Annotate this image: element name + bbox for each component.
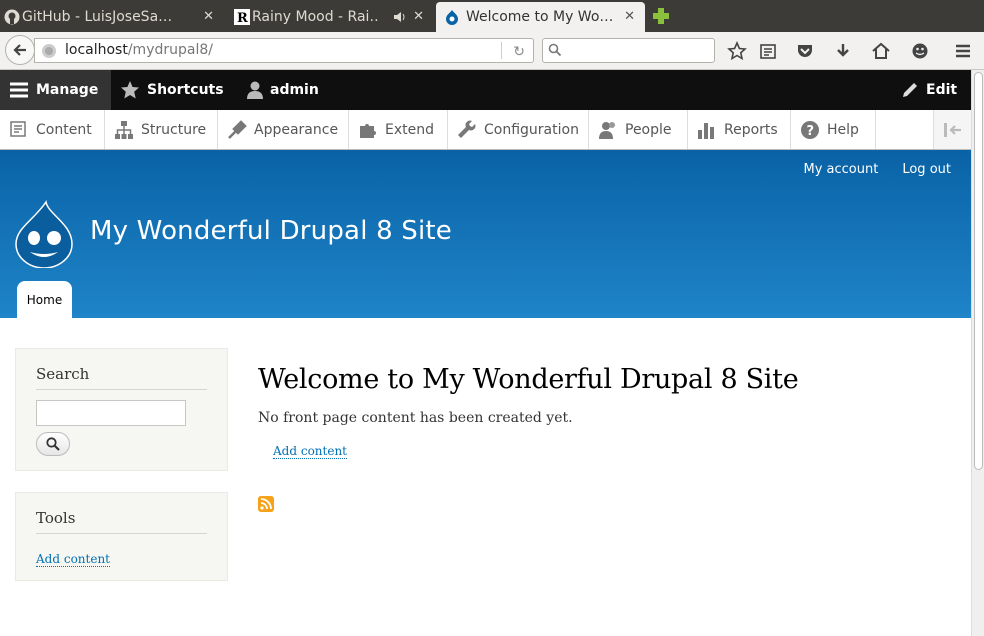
appearance-icon — [228, 120, 247, 139]
secondary-menu: My account Log out — [804, 162, 952, 177]
tab-title: Rainy Mood - Rai… — [252, 9, 380, 25]
toolbar-manage-label: Manage — [36, 82, 99, 98]
drupal-icon — [446, 10, 458, 25]
close-icon[interactable]: ✕ — [413, 9, 424, 24]
admin-tray: Content Structure Appearance Extend Conf… — [0, 110, 971, 150]
toolbar-user[interactable]: admin — [236, 70, 326, 110]
new-tab-icon[interactable] — [652, 7, 670, 25]
scrollbar-thumb[interactable] — [974, 72, 983, 470]
tray-item-label: Appearance — [254, 121, 339, 138]
browser-tab-welcome[interactable]: Welcome to My Wo… ✕ — [436, 2, 645, 32]
tray-item-label: People — [625, 121, 672, 138]
browser-tab-github[interactable]: GitHub - LuisJoseSa… ✕ — [0, 2, 224, 32]
github-icon — [4, 9, 20, 25]
search-input[interactable] — [36, 400, 186, 426]
reload-icon[interactable]: ↻ — [513, 41, 525, 64]
back-button[interactable] — [5, 35, 35, 65]
reading-list-icon[interactable] — [758, 41, 778, 61]
star-icon — [121, 81, 139, 99]
tray-item-label: Content — [36, 121, 92, 138]
tray-item-extend[interactable]: Extend — [349, 110, 448, 149]
site-header: My account Log out My Wonderful Drupal 8… — [0, 150, 971, 318]
wrench-icon — [458, 120, 476, 138]
search-icon — [548, 43, 562, 57]
tab-home[interactable]: Home — [17, 281, 72, 318]
bookmark-star-icon[interactable] — [727, 41, 747, 61]
content-icon — [10, 121, 26, 137]
tray-item-reports[interactable]: Reports — [688, 110, 791, 149]
tray-orientation-toggle[interactable] — [933, 110, 971, 149]
close-icon[interactable]: ✕ — [203, 9, 214, 24]
tools-block: Tools Add content — [15, 492, 228, 581]
home-icon[interactable] — [871, 41, 891, 61]
search-icon — [46, 437, 60, 451]
page-title: Welcome to My Wonderful Drupal 8 Site — [258, 364, 799, 395]
tab-title: GitHub - LuisJoseSa… — [22, 9, 173, 25]
extend-icon — [360, 124, 376, 138]
download-icon[interactable] — [833, 41, 853, 61]
tray-item-appearance[interactable]: Appearance — [218, 110, 349, 149]
search-block: Search — [15, 348, 228, 471]
tray-item-label: Structure — [141, 121, 207, 138]
toolbar-edit-label: Edit — [926, 82, 958, 98]
tray-item-structure[interactable]: Structure — [105, 110, 218, 149]
toolbar-manage[interactable]: Manage — [0, 70, 111, 110]
people-icon — [599, 122, 615, 139]
back-arrow-icon — [13, 44, 26, 56]
toolbar-user-label: admin — [270, 82, 319, 98]
rainy-mood-icon: R — [234, 9, 250, 25]
browser-tab-rainy-mood[interactable]: R Rainy Mood - Rai… ✕ — [230, 2, 434, 32]
url-bar[interactable]: localhost/mydrupal8/ ↻ — [34, 38, 534, 63]
tray-item-label: Extend — [385, 121, 434, 138]
help-icon: ? — [801, 121, 819, 139]
browser-nav-bar: localhost/mydrupal8/ ↻ — [0, 32, 984, 70]
pocket-icon[interactable] — [795, 41, 815, 61]
drupal-logo-icon[interactable] — [14, 200, 74, 268]
svg-text:?: ? — [807, 124, 815, 139]
search-button[interactable] — [36, 432, 70, 456]
page-scrollbar[interactable] — [971, 70, 984, 636]
reports-icon — [698, 123, 714, 139]
drupal-admin-toolbar: Manage Shortcuts admin Edit — [0, 70, 971, 110]
tray-item-label: Configuration — [484, 121, 579, 138]
url-host: localhost — [65, 42, 128, 58]
tray-item-label: Help — [827, 121, 859, 138]
url-path: /mydrupal8/ — [127, 42, 213, 58]
add-content-link[interactable]: Add content — [273, 444, 347, 459]
hamburger-icon — [10, 82, 28, 98]
search-bar[interactable] — [542, 38, 715, 63]
toolbar-shortcuts[interactable]: Shortcuts — [111, 70, 236, 110]
toolbar-edit[interactable]: Edit — [893, 70, 971, 110]
user-icon — [247, 81, 263, 99]
sidebar-add-content-link[interactable]: Add content — [36, 552, 110, 567]
browser-tab-strip: GitHub - LuisJoseSa… ✕ R Rainy Mood - Ra… — [0, 0, 984, 32]
empty-front-text: No front page content has been created y… — [258, 410, 573, 426]
globe-icon[interactable] — [41, 43, 57, 59]
speaker-icon[interactable] — [393, 10, 407, 24]
tray-item-label: Reports — [724, 121, 778, 138]
log-out-link[interactable]: Log out — [902, 162, 951, 177]
structure-icon — [115, 121, 133, 139]
tools-block-title: Tools — [36, 509, 207, 534]
my-account-link[interactable]: My account — [804, 162, 879, 177]
site-name[interactable]: My Wonderful Drupal 8 Site — [90, 216, 452, 246]
pencil-icon — [903, 83, 917, 97]
tray-item-configuration[interactable]: Configuration — [448, 110, 589, 149]
tray-item-content[interactable]: Content — [0, 110, 105, 149]
rss-feed-icon[interactable] — [258, 496, 274, 512]
hamburger-menu-icon[interactable] — [953, 41, 973, 61]
svg-text:R: R — [237, 11, 248, 25]
hello-icon[interactable] — [910, 41, 930, 61]
url-separator — [501, 42, 502, 59]
tray-item-help[interactable]: ? Help — [791, 110, 876, 149]
close-icon[interactable]: ✕ — [624, 9, 635, 24]
tray-item-people[interactable]: People — [589, 110, 688, 149]
collapse-arrow-icon — [943, 122, 961, 137]
tab-title: Welcome to My Wo… — [466, 9, 614, 25]
search-block-title: Search — [36, 365, 207, 390]
toolbar-shortcuts-label: Shortcuts — [147, 82, 224, 98]
